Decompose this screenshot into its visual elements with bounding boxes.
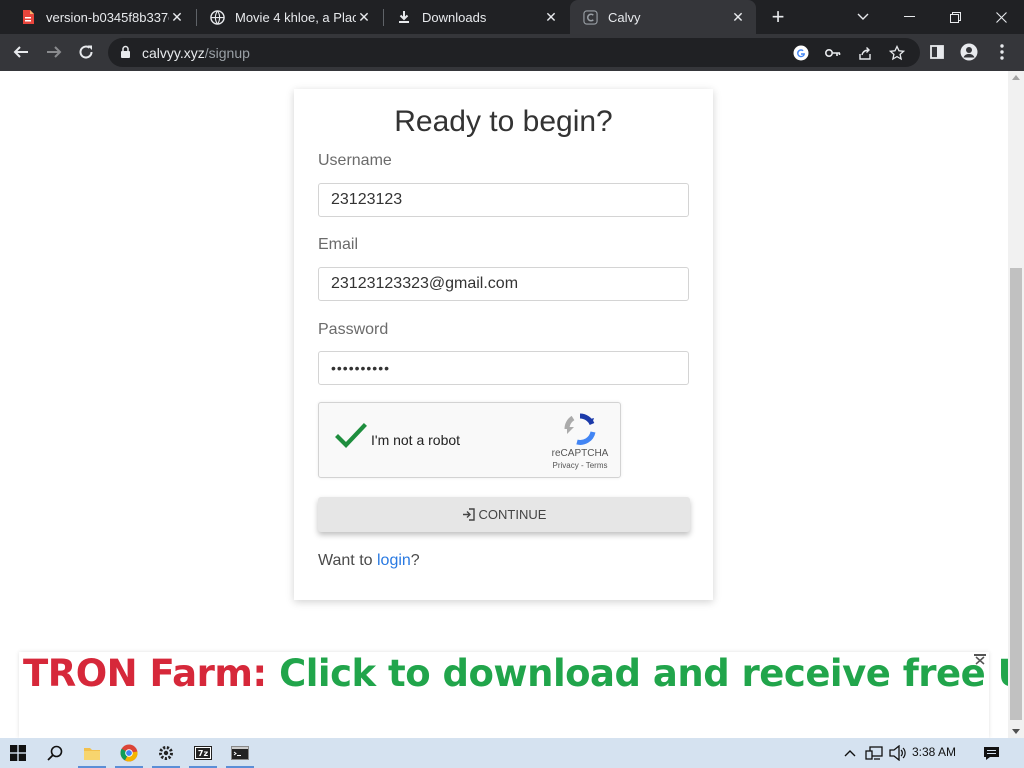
forward-arrow-icon[interactable] — [40, 38, 68, 66]
side-panel-icon[interactable] — [923, 38, 951, 66]
recaptcha-brand: reCAPTCHA — [551, 448, 609, 459]
close-window-icon[interactable] — [978, 0, 1024, 34]
continue-button[interactable]: CONTINUE — [318, 497, 690, 532]
restore-icon[interactable] — [932, 0, 978, 34]
minimize-icon[interactable] — [886, 0, 932, 34]
windows-start-icon[interactable] — [0, 738, 36, 768]
calvy-icon — [582, 9, 598, 25]
profile-avatar-icon[interactable] — [955, 38, 983, 66]
share-icon[interactable] — [856, 44, 874, 62]
command-prompt-icon[interactable] — [222, 738, 258, 768]
system-clock[interactable]: 3:38 AM — [912, 745, 956, 759]
address-bar[interactable]: calvyy.xyz/signup — [108, 38, 920, 67]
email-field[interactable] — [318, 267, 689, 301]
volume-icon[interactable] — [888, 738, 908, 768]
tab-label: Movie 4 khloe, a Place f — [235, 9, 356, 25]
password-label: Password — [318, 321, 389, 338]
ad-close-icon[interactable] — [973, 652, 987, 665]
ad-banner[interactable]: TRON Farm: Click to download and receive… — [19, 652, 1008, 738]
key-icon[interactable] — [824, 44, 842, 62]
new-tab-plus-icon[interactable]: + — [766, 4, 790, 30]
download-icon — [396, 9, 412, 25]
tab-close-icon[interactable]: ✕ — [730, 9, 746, 26]
scroll-thumb[interactable] — [1010, 268, 1022, 720]
settings-gear-icon[interactable] — [148, 738, 184, 768]
password-field[interactable]: •••••••••• — [318, 351, 689, 385]
tab-close-icon[interactable]: ✕ — [169, 9, 185, 26]
tab-label: version-b0345f8b337c4 — [46, 9, 169, 25]
reload-icon[interactable] — [72, 38, 100, 66]
back-arrow-icon[interactable] — [7, 38, 35, 66]
kebab-menu-icon[interactable] — [988, 38, 1016, 66]
search-icon[interactable] — [37, 738, 73, 768]
page-content: Ready to begin? Username Email Password … — [0, 71, 1008, 738]
email-label: Email — [318, 236, 359, 253]
page-title: Ready to begin? — [394, 105, 613, 138]
network-icon[interactable] — [864, 738, 884, 768]
scroll-up-arrow-icon[interactable] — [1012, 75, 1020, 80]
tab-movie[interactable]: Movie 4 khloe, a Place f ✕ — [197, 0, 382, 34]
login-prompt: Want to login? — [318, 552, 420, 569]
recaptcha-label: I'm not a robot — [371, 432, 461, 448]
tab-label: Calvy — [608, 9, 641, 25]
file-explorer-icon[interactable] — [74, 738, 110, 768]
tab-calvy[interactable]: Calvy ✕ — [570, 0, 756, 34]
continue-label: CONTINUE — [478, 507, 547, 522]
recaptcha-widget: I'm not a robot reCAPTCHA Privacy - Term… — [318, 402, 621, 478]
tab-search-chevron-icon[interactable] — [840, 0, 886, 34]
recaptcha-privacy-terms-links[interactable]: Privacy - Terms — [543, 461, 617, 470]
windows-taskbar: 7z 3:38 AM — [0, 738, 1024, 768]
browser-toolbar: calvyy.xyz/signup — [0, 34, 1024, 71]
page-scrollbar[interactable] — [1008, 71, 1024, 738]
7zip-icon[interactable]: 7z — [185, 738, 221, 768]
lock-icon[interactable] — [120, 45, 131, 64]
signup-card: Ready to begin? Username Email Password … — [294, 89, 713, 600]
action-center-icon[interactable] — [980, 738, 1002, 768]
tab-strip: version-b0345f8b337c4 ✕ Movie 4 khloe, a… — [0, 0, 1024, 34]
ad-text: TRON Farm: Click to download and receive… — [23, 652, 1008, 695]
recaptcha-checkmark-icon[interactable] — [335, 421, 367, 453]
url-text: calvyy.xyz/signup — [142, 45, 250, 61]
tab-label: Downloads — [422, 9, 487, 25]
chrome-icon[interactable] — [111, 738, 147, 768]
recaptcha-logo-icon — [563, 412, 597, 446]
tray-chevron-up-icon[interactable] — [842, 738, 858, 768]
tab-downloads[interactable]: Downloads ✕ — [384, 0, 569, 34]
login-link[interactable]: login — [377, 552, 411, 569]
login-arrow-icon — [462, 508, 475, 521]
tab-close-icon[interactable]: ✕ — [356, 9, 372, 26]
tab-version[interactable]: version-b0345f8b337c4 ✕ — [8, 0, 195, 34]
document-icon — [20, 9, 36, 25]
svg-text:7z: 7z — [198, 749, 209, 758]
tab-close-icon[interactable]: ✕ — [543, 9, 559, 26]
username-label: Username — [318, 152, 392, 169]
scroll-down-arrow-icon[interactable] — [1012, 729, 1020, 734]
star-bookmark-icon[interactable] — [888, 44, 906, 62]
globe-icon — [209, 9, 225, 25]
username-field[interactable] — [318, 183, 689, 217]
google-icon[interactable] — [792, 44, 810, 62]
